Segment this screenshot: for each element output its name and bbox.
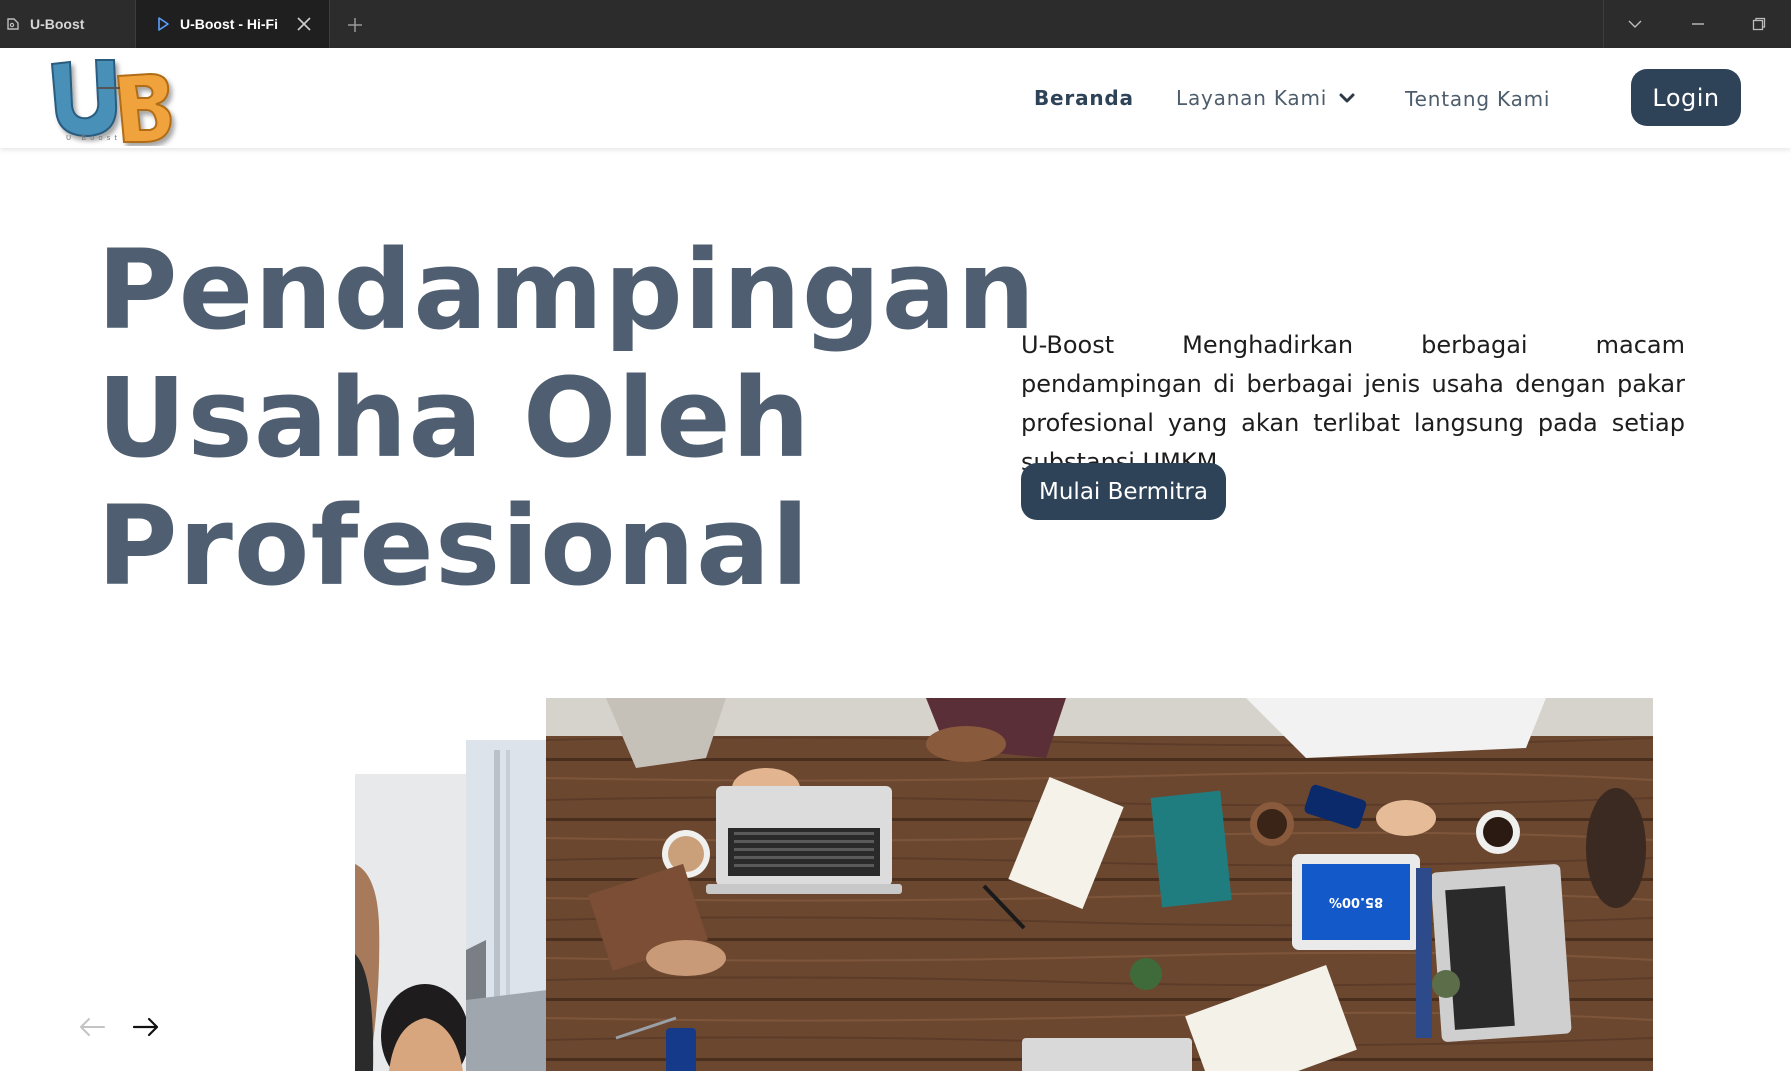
tab-label: U-Boost - Hi-Fi [180, 16, 278, 32]
tablet-percentage-text: 85.00% [1329, 894, 1383, 909]
carousel-slide-image[interactable] [466, 740, 547, 1071]
login-button[interactable]: Login [1631, 69, 1741, 126]
carousel-next-button[interactable] [130, 1016, 162, 1042]
chevron-down-icon[interactable] [1605, 0, 1665, 48]
nav-link-layanan-kami[interactable]: Layanan Kami [1176, 86, 1355, 110]
tab-uboost-hifi[interactable]: U-Boost - Hi-Fi [136, 0, 330, 48]
nav-link-label: Layanan Kami [1176, 86, 1328, 110]
hero-title: Pendampingan Usaha Oleh Profesional [97, 226, 1037, 610]
nav-link-tentang-kami[interactable]: Tentang Kami [1405, 87, 1550, 111]
mulai-bermitra-button[interactable]: Mulai Bermitra [1021, 463, 1226, 520]
hero-description: U-Boost Menghadirkan berbagai macam pend… [1021, 331, 1685, 476]
hero-title-line: Usaha Oleh [97, 354, 811, 482]
chevron-down-icon [1339, 93, 1355, 104]
carousel-slide-image[interactable] [355, 774, 467, 1071]
restore-icon[interactable] [1729, 0, 1789, 48]
image-carousel: 85.00% [0, 680, 1791, 1071]
play-prototype-icon [154, 15, 172, 33]
close-icon[interactable] [295, 15, 313, 33]
minimize-icon[interactable] [1668, 0, 1728, 48]
tab-label: U-Boost [30, 16, 85, 32]
figma-file-icon [4, 15, 22, 33]
svg-text:U Boost: U Boost [66, 134, 121, 142]
tab-uboost[interactable]: U-Boost [0, 0, 136, 48]
new-tab-icon[interactable] [344, 14, 366, 36]
arrow-right-icon [132, 1017, 160, 1041]
carousel-prev-button[interactable] [76, 1016, 108, 1042]
window-controls-divider [1603, 0, 1604, 48]
browser-tab-bar: U-Boost U-Boost - Hi-Fi [0, 0, 1791, 48]
site-navbar: U Boost Beranda Layanan Kami Tentang Kam… [0, 48, 1791, 148]
nav-link-beranda[interactable]: Beranda [1034, 86, 1134, 110]
carousel-slide-image-active[interactable]: 85.00% [546, 698, 1653, 1071]
hero-title-line: Pendampingan [97, 226, 1037, 354]
uboost-logo[interactable]: U Boost [46, 54, 184, 146]
arrow-left-icon [78, 1017, 106, 1041]
hero-title-line: Profesional [97, 482, 810, 610]
